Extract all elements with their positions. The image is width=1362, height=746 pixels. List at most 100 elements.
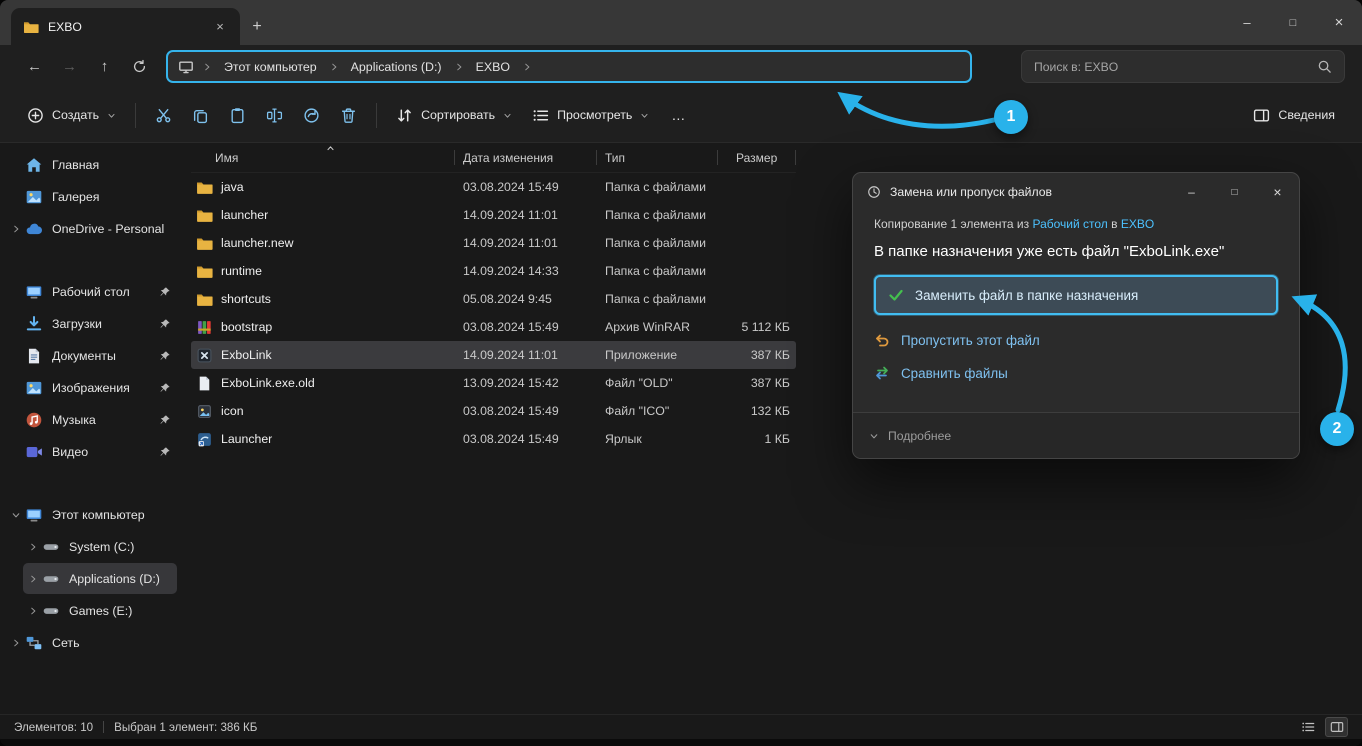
sidebar-item-network[interactable]: Сеть xyxy=(6,627,177,658)
dialog-maximize-button[interactable]: □ xyxy=(1213,173,1256,211)
sidebar-item-gallery[interactable]: Галерея xyxy=(6,181,177,212)
details-view-toggle[interactable] xyxy=(1325,717,1348,737)
chevron-right-icon xyxy=(454,62,464,72)
conflict-message: В папке назначения уже есть файл "ExboLi… xyxy=(874,243,1225,260)
delete-button[interactable] xyxy=(330,97,367,133)
cut-button[interactable] xyxy=(145,97,182,133)
up-button[interactable]: ↑ xyxy=(87,51,122,82)
dialog-title: Замена или пропуск файлов xyxy=(890,185,1052,199)
explorer-tab[interactable]: EXBO × xyxy=(11,8,240,45)
file-row-launcher[interactable]: launcher 14.09.2024 11:01 Папка с файлам… xyxy=(191,201,796,229)
column-header-date[interactable]: Дата изменения xyxy=(455,143,597,172)
file-date-cell: 05.08.2024 9:45 xyxy=(463,292,552,306)
chevron-right-icon[interactable] xyxy=(23,542,42,552)
folder-icon xyxy=(196,207,213,224)
sidebar-item-videos[interactable]: Видео xyxy=(6,436,177,467)
close-button[interactable]: × xyxy=(1316,0,1362,45)
sidebar-item-drive-c[interactable]: System (C:) xyxy=(23,531,177,562)
destination-folder-link[interactable]: EXBO xyxy=(1121,217,1154,231)
view-button[interactable]: Просмотреть xyxy=(522,97,659,133)
file-name-cell: Launcher xyxy=(191,431,455,448)
dialog-close-button[interactable]: × xyxy=(1256,173,1299,211)
sidebar-item-home[interactable]: Главная xyxy=(6,149,177,180)
window-bottom-edge xyxy=(0,739,1362,746)
chevron-right-icon xyxy=(202,62,212,72)
file-type-cell: Приложение xyxy=(605,348,678,362)
tab-close-icon[interactable]: × xyxy=(210,17,230,37)
sidebar-item-downloads[interactable]: Загрузки xyxy=(6,308,177,339)
file-name-cell: bootstrap xyxy=(191,319,455,336)
column-header-name[interactable]: Имя xyxy=(191,143,455,172)
sidebar-item-music[interactable]: Музыка xyxy=(6,404,177,435)
search-input[interactable]: Поиск в: EXBO xyxy=(1021,50,1345,83)
column-header-type[interactable]: Тип xyxy=(597,143,718,172)
file-date-cell: 14.09.2024 14:33 xyxy=(463,264,559,278)
rename-icon xyxy=(266,107,283,124)
sort-button[interactable]: Сортировать xyxy=(386,97,522,133)
forward-button[interactable]: → xyxy=(52,51,87,82)
replace-file-button[interactable]: Заменить файл в папке назначения xyxy=(874,275,1278,315)
refresh-button[interactable] xyxy=(122,51,157,82)
chevron-down-icon xyxy=(640,111,649,120)
ico-file-icon xyxy=(196,403,213,420)
chevron-right-icon[interactable] xyxy=(23,606,42,616)
back-button[interactable]: ← xyxy=(17,51,52,82)
folder-icon xyxy=(196,263,213,280)
new-button[interactable]: Создать xyxy=(17,97,126,133)
dialog-minimize-button[interactable]: – xyxy=(1170,173,1213,211)
share-button[interactable] xyxy=(293,97,330,133)
sidebar-item-pictures[interactable]: Изображения xyxy=(6,372,177,403)
file-row-launcher-new[interactable]: launcher.new 14.09.2024 11:01 Папка с фа… xyxy=(191,229,796,257)
file-type-cell: Файл "ICO" xyxy=(605,404,670,418)
file-row-bootstrap[interactable]: bootstrap 03.08.2024 15:49 Архив WinRAR … xyxy=(191,313,796,341)
minimize-button[interactable]: – xyxy=(1224,0,1270,45)
chevron-right-icon[interactable] xyxy=(6,638,25,648)
old-file-icon xyxy=(196,375,213,392)
rename-button[interactable] xyxy=(256,97,293,133)
see-more-button[interactable]: … xyxy=(659,97,697,133)
sidebar-item-drive-d[interactable]: Applications (D:) xyxy=(23,563,177,594)
folder-icon xyxy=(196,291,213,308)
sidebar-item-onedrive[interactable]: OneDrive - Personal xyxy=(6,213,177,244)
column-header-size[interactable]: Размер xyxy=(718,143,796,172)
this-pc-icon xyxy=(25,506,43,524)
chevron-right-icon[interactable] xyxy=(23,574,42,584)
source-folder-link[interactable]: Рабочий стол xyxy=(1032,217,1107,231)
sidebar-item-documents[interactable]: Документы xyxy=(6,340,177,371)
breadcrumb-this-pc[interactable]: Этот компьютер xyxy=(216,57,325,77)
file-row-runtime[interactable]: runtime 14.09.2024 14:33 Папка с файлами xyxy=(191,257,796,285)
sidebar-item-desktop[interactable]: Рабочий стол xyxy=(6,276,177,307)
file-row-launcher-shortcut[interactable]: Launcher 03.08.2024 15:49 Ярлык 1 КБ xyxy=(191,425,796,453)
details-pane-button[interactable]: Сведения xyxy=(1243,97,1345,133)
chevron-right-icon[interactable] xyxy=(6,224,25,234)
file-name-cell: ExboLink xyxy=(191,347,455,364)
compare-files-button[interactable]: Сравнить файлы xyxy=(874,365,1278,381)
file-row-exbolink-exe-old[interactable]: ExboLink.exe.old 13.09.2024 15:42 Файл "… xyxy=(191,369,796,397)
breadcrumb-exbo[interactable]: EXBO xyxy=(468,57,518,77)
sidebar-item-this-pc[interactable]: Этот компьютер xyxy=(6,499,177,530)
breadcrumb-applications-d[interactable]: Applications (D:) xyxy=(343,57,450,77)
copy-button[interactable] xyxy=(182,97,219,133)
new-tab-button[interactable]: + xyxy=(240,8,274,45)
chevron-down-icon[interactable] xyxy=(6,510,25,520)
onedrive-cloud-icon xyxy=(25,220,43,238)
view-list-icon xyxy=(532,107,549,124)
address-bar[interactable]: Этот компьютер Applications (D:) EXBO xyxy=(166,50,972,83)
search-placeholder: Поиск в: EXBO xyxy=(1034,59,1119,74)
file-row-exbolink[interactable]: ExboLink 14.09.2024 11:01 Приложение 387… xyxy=(191,341,796,369)
file-name-cell: launcher.new xyxy=(191,235,455,252)
chevron-down-icon xyxy=(107,111,116,120)
paste-button[interactable] xyxy=(219,97,256,133)
file-row-icon[interactable]: icon 03.08.2024 15:49 Файл "ICO" 132 КБ xyxy=(191,397,796,425)
file-row-shortcuts[interactable]: shortcuts 05.08.2024 9:45 Папка с файлам… xyxy=(191,285,796,313)
skip-file-button[interactable]: Пропустить этот файл xyxy=(874,332,1278,348)
sidebar-item-drive-e[interactable]: Games (E:) xyxy=(23,595,177,626)
file-type-cell: Архив WinRAR xyxy=(605,320,691,334)
dialog-more-details[interactable]: Подробнее xyxy=(853,412,1299,458)
maximize-button[interactable]: □ xyxy=(1270,0,1316,45)
file-row-java[interactable]: java 03.08.2024 15:49 Папка с файлами xyxy=(191,173,796,201)
copy-icon xyxy=(192,107,209,124)
items-count: Элементов: 10 xyxy=(14,720,94,734)
annotation-step-2-badge: 2 xyxy=(1320,412,1354,446)
list-view-toggle[interactable] xyxy=(1296,717,1319,737)
